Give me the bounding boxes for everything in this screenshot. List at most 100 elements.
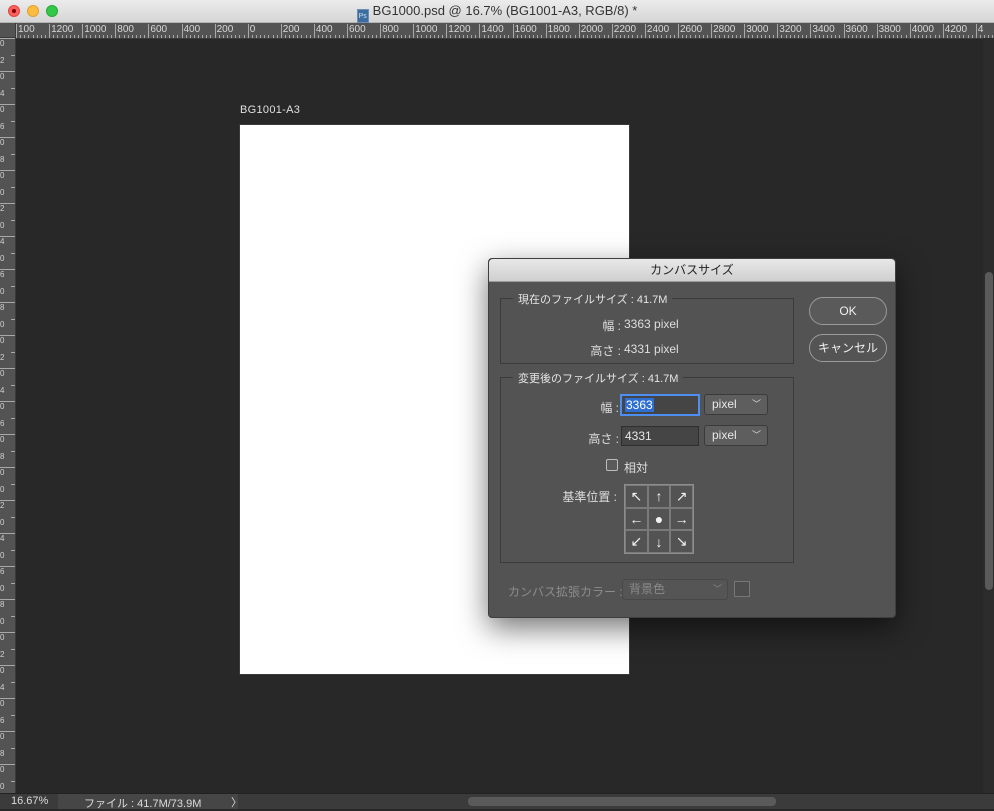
ruler-tick xyxy=(11,54,15,56)
ruler-minor-tick xyxy=(284,35,286,38)
ruler-minor-tick xyxy=(599,35,601,38)
ruler-tick xyxy=(0,335,15,336)
cancel-button[interactable]: キャンセル xyxy=(809,334,887,362)
horizontal-scroll-thumb[interactable] xyxy=(468,797,776,806)
ruler-tick-label: 1200 xyxy=(51,24,74,35)
ruler-tick xyxy=(0,170,15,171)
anchor-center-dot-icon[interactable]: ● xyxy=(647,507,671,531)
ok-button[interactable]: OK xyxy=(809,297,887,325)
arrow-down-right-icon[interactable]: ↘ xyxy=(670,530,693,553)
ruler-minor-tick xyxy=(32,35,34,38)
ruler-minor-tick xyxy=(586,35,588,38)
ruler-minor-tick xyxy=(384,35,386,38)
ruler-major-tick xyxy=(975,24,977,38)
ruler-tick xyxy=(0,401,15,402)
ruler-tick-label: 4 xyxy=(0,682,5,692)
extension-color-select[interactable]: 背景色 ﹀ xyxy=(622,579,728,600)
ruler-minor-tick xyxy=(959,35,961,38)
ruler-minor-tick xyxy=(570,35,572,38)
vertical-scrollbar[interactable] xyxy=(983,38,994,793)
ruler-minor-tick xyxy=(396,35,398,38)
ruler-major-tick xyxy=(843,24,845,38)
relative-label[interactable]: 相対 xyxy=(624,459,648,476)
ruler-major-tick xyxy=(16,24,17,38)
ruler-minor-tick xyxy=(243,35,245,38)
height-label: 高さ : xyxy=(588,432,619,446)
arrow-down-left-icon[interactable]: ↙ xyxy=(625,530,648,553)
arrow-down-icon[interactable]: ↓ xyxy=(647,530,671,553)
ruler-minor-tick xyxy=(363,35,365,38)
zoom-level[interactable]: 16.67% xyxy=(11,795,48,807)
ruler-minor-tick xyxy=(425,35,427,38)
ruler-minor-tick xyxy=(980,35,982,38)
ruler-tick-label: 400 xyxy=(183,24,201,35)
artboard-label[interactable]: BG1001-A3 xyxy=(240,104,300,116)
relative-checkbox[interactable] xyxy=(606,459,618,471)
ruler-tick-label: 0 xyxy=(0,765,5,774)
ruler-minor-tick xyxy=(462,35,464,38)
width-unit-select[interactable]: pixel ﹀ xyxy=(704,394,768,415)
ruler-minor-tick xyxy=(938,35,940,38)
arrow-up-right-icon[interactable]: ↗ xyxy=(670,485,693,508)
extension-color-swatch[interactable] xyxy=(734,581,750,597)
arrow-left-icon[interactable]: ← xyxy=(625,507,648,531)
ruler-minor-tick xyxy=(549,35,551,38)
current-width-label: 幅 : xyxy=(602,319,621,333)
ruler-minor-tick xyxy=(603,35,605,38)
ruler-major-tick xyxy=(115,24,117,38)
ruler-minor-tick xyxy=(917,35,919,38)
ruler-minor-tick xyxy=(500,35,502,38)
width-label: 幅 : xyxy=(600,401,619,415)
ruler-tick xyxy=(0,698,15,699)
ruler-tick xyxy=(0,599,15,600)
status-bar: 16.67% ファイル : 41.7M/73.9M 〉 xyxy=(0,793,994,810)
arrow-up-left-icon[interactable]: ↖ xyxy=(625,485,648,508)
ruler-tick-label: 0 xyxy=(0,616,5,626)
height-input[interactable]: 4331 xyxy=(621,426,699,446)
ruler-tick-label: 0 xyxy=(0,583,5,593)
ruler-minor-tick xyxy=(872,35,874,38)
ruler-minor-tick xyxy=(719,35,721,38)
ruler-tick-label: 1000 xyxy=(415,24,438,35)
ruler-major-tick xyxy=(413,24,415,38)
vertical-scroll-thumb[interactable] xyxy=(985,272,993,590)
ruler-minor-tick xyxy=(164,35,166,38)
psd-file-icon: Ps xyxy=(356,9,369,23)
ruler-minor-tick xyxy=(111,35,113,38)
ruler-minor-tick xyxy=(926,35,928,38)
ruler-minor-tick xyxy=(533,35,535,38)
ruler-minor-tick xyxy=(553,35,555,38)
ruler-minor-tick xyxy=(491,35,493,38)
ruler-minor-tick xyxy=(131,35,133,38)
ruler-minor-tick xyxy=(640,35,642,38)
ruler-minor-tick xyxy=(375,35,377,38)
ruler-minor-tick xyxy=(946,35,948,38)
ruler-tick-label: 4 xyxy=(0,88,5,98)
ruler-major-tick xyxy=(49,24,51,38)
ruler-minor-tick xyxy=(769,35,771,38)
current-height-value: 4331 pixel xyxy=(624,342,679,356)
ruler-minor-tick xyxy=(471,35,473,38)
vertical-ruler[interactable]: 0 2 0 4 0 6 0 8 0 0 2 0 4 0 6 0 8 0 0 2 0 4 0 6 0 8 0 0 2 0 4 0 6 0 8 0 0 2 0 4… xyxy=(0,38,16,793)
ruler-minor-tick xyxy=(309,35,311,38)
arrow-right-icon[interactable]: → xyxy=(670,507,693,531)
ruler-minor-tick xyxy=(591,35,593,38)
ruler-minor-tick xyxy=(653,35,655,38)
width-input[interactable]: 3363 xyxy=(621,395,699,415)
document-info[interactable]: ファイル : 41.7M/73.9M 〉 xyxy=(58,794,242,810)
ruler-minor-tick xyxy=(268,35,270,38)
ruler-major-tick xyxy=(512,24,514,38)
horizontal-ruler[interactable]: 100 1200 1000 800 600 400 200 0 200 400 600 800 1000… xyxy=(16,23,994,39)
arrow-up-icon[interactable]: ↑ xyxy=(647,485,671,508)
ruler-origin[interactable] xyxy=(0,23,16,38)
chevron-down-icon: ﹀ xyxy=(751,430,761,440)
ruler-tick xyxy=(11,384,15,386)
ruler-minor-tick xyxy=(94,35,96,38)
ruler-minor-tick xyxy=(409,35,411,38)
ruler-minor-tick xyxy=(57,35,59,38)
ruler-minor-tick xyxy=(86,35,88,38)
ruler-minor-tick xyxy=(884,35,886,38)
height-unit-select[interactable]: pixel ﹀ xyxy=(704,425,768,446)
ruler-minor-tick xyxy=(752,35,754,38)
ruler-minor-tick xyxy=(264,35,266,38)
